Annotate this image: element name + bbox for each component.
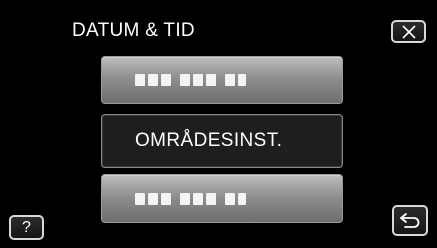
date-time-settings-screen: DATUM & TID OMRÅDESINST. ? bbox=[0, 0, 437, 248]
return-arrow-icon bbox=[400, 212, 420, 228]
obscured-label-blocks bbox=[135, 192, 246, 205]
back-button[interactable] bbox=[392, 205, 428, 236]
menu-item-obscured-top[interactable] bbox=[101, 56, 343, 104]
menu-item-obscured-bottom[interactable] bbox=[101, 174, 343, 223]
obscured-label-blocks bbox=[135, 74, 246, 86]
menu-item-label: OMRÅDESINST. bbox=[135, 130, 283, 151]
menu-item-region-settings[interactable]: OMRÅDESINST. bbox=[101, 114, 343, 168]
close-icon bbox=[401, 24, 416, 39]
close-button[interactable] bbox=[391, 20, 426, 43]
page-title: DATUM & TID bbox=[72, 20, 195, 41]
help-icon: ? bbox=[22, 218, 31, 236]
help-button[interactable]: ? bbox=[9, 215, 44, 240]
